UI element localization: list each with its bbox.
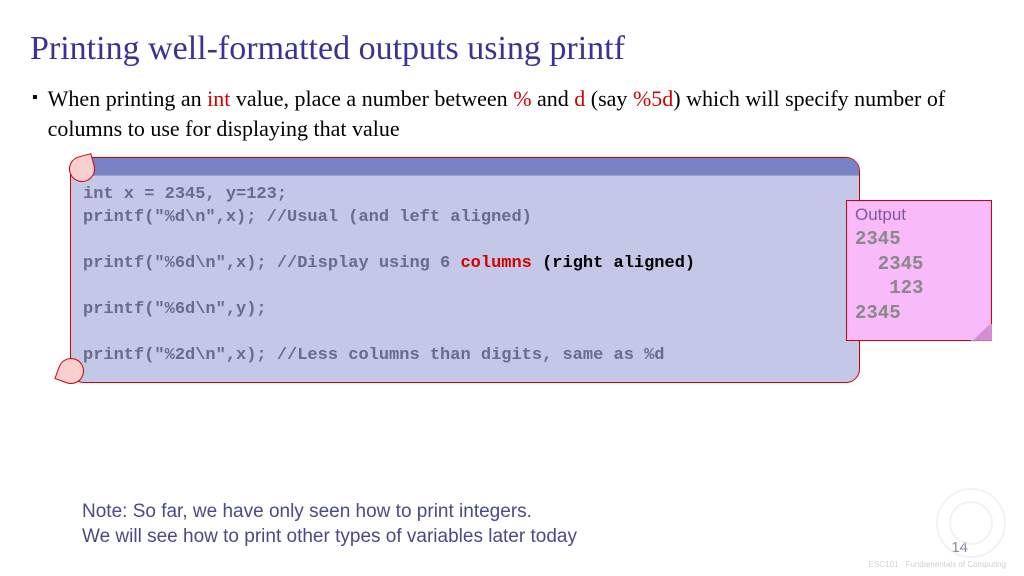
code-line: printf("%d\n",x); //Usual (and left alig… — [83, 208, 532, 227]
text: (say — [585, 86, 633, 111]
code-line: int x = 2345, y=123; — [83, 185, 287, 204]
code-box: int x = 2345, y=123; printf("%d\n",x); /… — [70, 157, 860, 383]
keyword-percent: % — [513, 86, 531, 111]
note-line: Note: So far, we have only seen how to p… — [82, 499, 577, 525]
watermark-caption: ESC101 · Fundamentals of Computing — [869, 561, 1006, 570]
slide: Printing well-formatted outputs using pr… — [0, 0, 1024, 576]
watermark-inner-icon — [949, 501, 993, 545]
watermark-seal-icon — [936, 488, 1006, 558]
bullet-item: ▪ When printing an int value, place a nu… — [30, 84, 994, 143]
slide-title: Printing well-formatted outputs using pr… — [30, 30, 994, 68]
footer-note: Note: So far, we have only seen how to p… — [82, 499, 577, 550]
text: When printing an — [48, 86, 207, 111]
text: value, place a number between — [230, 86, 513, 111]
keyword-int: int — [207, 86, 230, 111]
code-line: printf("%2d\n",x); //Less columns than d… — [83, 346, 665, 365]
code-header-bar — [71, 158, 859, 176]
code-emph: (right aligned) — [532, 254, 695, 273]
output-body: 2345 2345 123 2345 — [855, 227, 983, 326]
keyword-example: %5d — [633, 86, 673, 111]
code-line: printf("%6d\n",x); //Display using 6 — [83, 254, 460, 273]
text: and — [532, 86, 575, 111]
code-body: int x = 2345, y=123; printf("%d\n",x); /… — [71, 176, 859, 372]
bullet-text: When printing an int value, place a numb… — [48, 84, 994, 143]
output-title: Output — [855, 205, 983, 225]
code-emph: columns — [460, 254, 531, 273]
bullet-marker: ▪ — [32, 84, 38, 112]
code-line: printf("%6d\n",y); — [83, 300, 267, 319]
note-line: We will see how to print other types of … — [82, 524, 577, 550]
keyword-d: d — [574, 86, 585, 111]
output-box: Output 2345 2345 123 2345 — [846, 200, 992, 341]
